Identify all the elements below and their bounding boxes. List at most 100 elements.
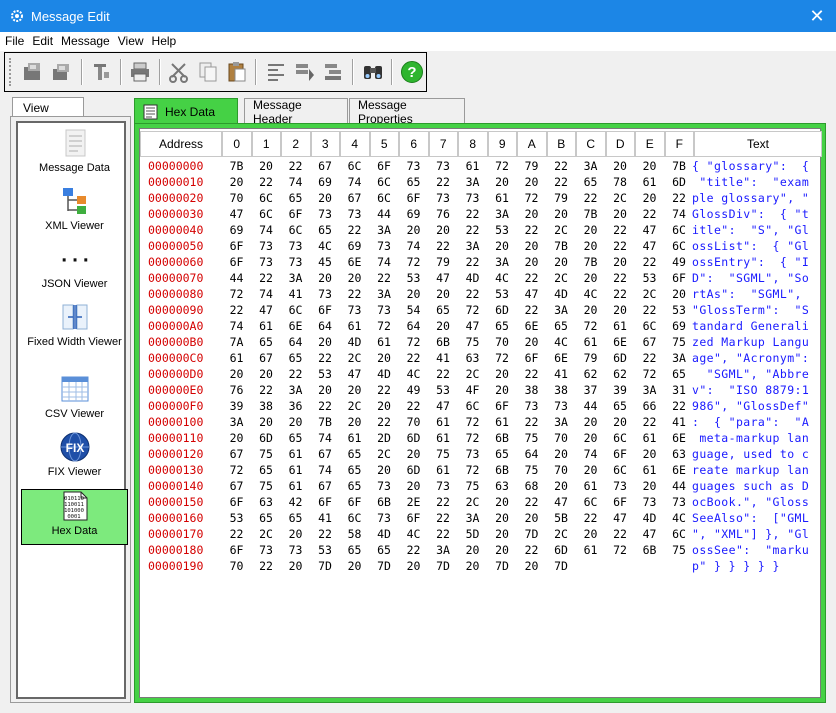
hex-byte[interactable]: 3A — [458, 511, 487, 525]
hex-byte[interactable]: 73 — [252, 239, 281, 253]
view-item-fix-viewer[interactable]: FIX FIX Viewer — [21, 431, 128, 483]
hex-byte[interactable]: 20 — [488, 175, 517, 189]
hex-byte[interactable]: 22 — [458, 287, 487, 301]
hex-byte[interactable]: 5D — [458, 527, 487, 541]
hex-byte[interactable]: 44 — [222, 271, 251, 285]
hex-byte[interactable]: 6C — [635, 319, 664, 333]
hex-byte[interactable]: 6E — [665, 431, 694, 445]
hex-byte[interactable]: 44 — [665, 479, 694, 493]
hex-byte[interactable]: 22 — [252, 175, 281, 189]
hex-byte[interactable]: 20 — [340, 383, 369, 397]
hex-byte[interactable]: 3A — [222, 415, 251, 429]
hex-byte[interactable]: 7B — [222, 159, 251, 173]
hex-byte[interactable]: 6D — [488, 303, 517, 317]
hex-byte[interactable]: 22 — [517, 223, 546, 237]
hex-byte[interactable]: 22 — [429, 511, 458, 525]
hex-byte[interactable]: 6F — [281, 207, 310, 221]
hex-byte[interactable]: 61 — [429, 431, 458, 445]
hex-byte[interactable]: 22 — [458, 223, 487, 237]
hex-byte[interactable]: 2C — [340, 399, 369, 413]
hex-byte[interactable]: 65 — [311, 223, 340, 237]
view-item-message-data[interactable]: Message Data — [21, 127, 128, 179]
hex-byte[interactable]: 20 — [606, 159, 635, 173]
hex-byte[interactable]: 6C — [281, 223, 310, 237]
hex-byte[interactable]: 72 — [488, 159, 517, 173]
hex-byte[interactable]: 20 — [576, 239, 605, 253]
hex-byte[interactable]: 7D — [488, 559, 517, 573]
hex-byte[interactable]: 65 — [340, 463, 369, 477]
hex-byte[interactable]: 65 — [252, 335, 281, 349]
hex-byte[interactable]: 3A — [370, 223, 399, 237]
hex-byte[interactable]: 20 — [281, 527, 310, 541]
hex-byte[interactable]: 73 — [635, 495, 664, 509]
hex-byte[interactable]: 22 — [340, 287, 369, 301]
hex-byte[interactable]: 79 — [429, 255, 458, 269]
hex-byte[interactable]: 22 — [222, 527, 251, 541]
print-button[interactable] — [128, 59, 153, 85]
hex-byte[interactable]: 20 — [488, 495, 517, 509]
hex-byte[interactable]: 70 — [222, 559, 251, 573]
hex-byte[interactable]: 45 — [311, 255, 340, 269]
hex-byte[interactable]: 47 — [340, 367, 369, 381]
hex-byte[interactable]: 20 — [547, 255, 576, 269]
hex-byte[interactable]: 58 — [340, 527, 369, 541]
hex-byte[interactable]: 6D — [665, 175, 694, 189]
hex-byte[interactable]: 2E — [399, 495, 428, 509]
hex-byte[interactable]: 7B — [576, 255, 605, 269]
hex-byte[interactable]: 31 — [665, 383, 694, 397]
hex-byte[interactable]: 74 — [370, 255, 399, 269]
hex-byte[interactable]: 22 — [635, 207, 664, 221]
hex-byte[interactable]: 20 — [252, 415, 281, 429]
hex-byte[interactable]: 6B — [488, 463, 517, 477]
hex-byte[interactable]: 47 — [635, 527, 664, 541]
hex-byte[interactable]: 20 — [576, 303, 605, 317]
help-button[interactable]: ? — [399, 59, 424, 85]
hex-byte[interactable]: 67 — [311, 479, 340, 493]
hex-byte[interactable]: 67 — [340, 191, 369, 205]
hex-byte[interactable]: 67 — [252, 351, 281, 365]
hex-text[interactable]: reate markup lan — [692, 463, 809, 477]
hex-byte[interactable]: 2C — [547, 527, 576, 541]
hex-byte[interactable]: 6E — [281, 319, 310, 333]
hex-byte[interactable]: 22 — [665, 191, 694, 205]
align-button[interactable] — [263, 59, 288, 85]
hex-byte[interactable]: 22 — [429, 495, 458, 509]
hex-byte[interactable]: 6C — [458, 399, 487, 413]
hex-byte[interactable]: 22 — [281, 159, 310, 173]
hex-byte[interactable]: 41 — [547, 367, 576, 381]
hex-byte[interactable]: 73 — [517, 399, 546, 413]
hex-byte[interactable]: 20 — [222, 367, 251, 381]
hex-byte[interactable]: 70 — [547, 431, 576, 445]
hex-byte[interactable]: 6C — [252, 207, 281, 221]
hex-byte[interactable]: 20 — [429, 287, 458, 301]
hex-byte[interactable]: 22 — [370, 271, 399, 285]
hex-text[interactable]: { "glossary": { — [692, 159, 809, 173]
hex-byte[interactable]: 6B — [370, 495, 399, 509]
hex-byte[interactable]: 47 — [458, 319, 487, 333]
hex-byte[interactable]: 72 — [458, 303, 487, 317]
hex-text[interactable]: zed Markup Langu — [692, 335, 809, 349]
hex-byte[interactable]: 61 — [635, 175, 664, 189]
hex-byte[interactable]: 72 — [222, 287, 251, 301]
hex-byte[interactable]: 22 — [517, 367, 546, 381]
hex-byte[interactable]: 67 — [222, 447, 251, 461]
hex-byte[interactable]: 6C — [340, 511, 369, 525]
hex-byte[interactable]: 64 — [311, 319, 340, 333]
hex-byte[interactable]: 20 — [488, 239, 517, 253]
hex-byte[interactable]: 69 — [399, 207, 428, 221]
hex-byte[interactable]: 75 — [517, 463, 546, 477]
hex-byte[interactable]: 61 — [340, 431, 369, 445]
hex-byte[interactable]: 7D — [517, 527, 546, 541]
hex-byte[interactable]: 2C — [458, 495, 487, 509]
hex-byte[interactable]: 75 — [252, 479, 281, 493]
view-tab[interactable]: View — [12, 97, 84, 117]
hex-byte[interactable]: 3A — [458, 175, 487, 189]
hex-byte[interactable]: 22 — [370, 383, 399, 397]
hex-byte[interactable]: 5B — [547, 511, 576, 525]
hex-byte[interactable]: 73 — [606, 479, 635, 493]
hex-byte[interactable]: 73 — [547, 399, 576, 413]
hex-byte[interactable]: 6F — [311, 495, 340, 509]
hex-byte[interactable]: 76 — [222, 383, 251, 397]
hex-byte[interactable]: 72 — [517, 191, 546, 205]
hex-byte[interactable]: 72 — [399, 335, 428, 349]
